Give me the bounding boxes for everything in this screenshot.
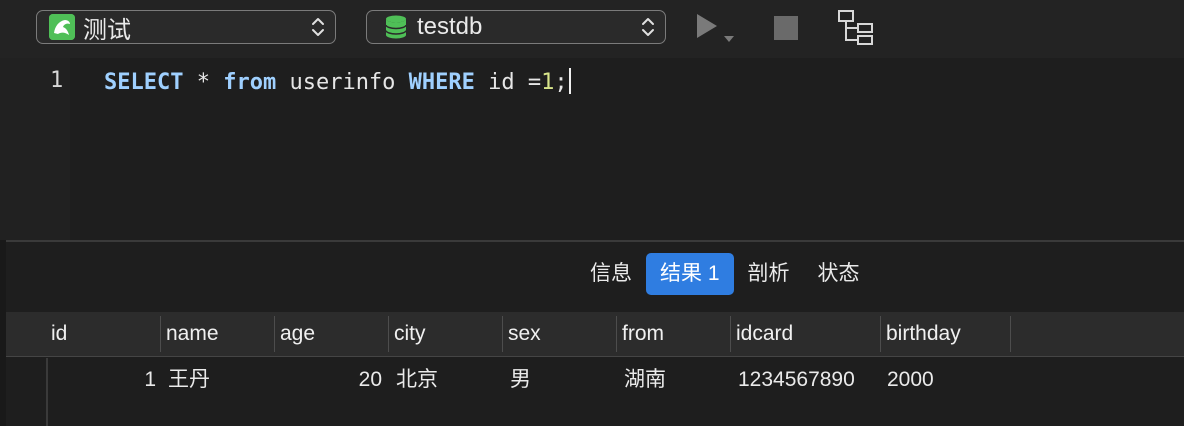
token-end: ;	[554, 70, 568, 95]
column-header-from[interactable]: from	[622, 312, 664, 356]
column-separator[interactable]	[1010, 316, 1011, 352]
stop-icon[interactable]	[772, 14, 800, 42]
column-separator[interactable]	[388, 316, 389, 352]
cell-from[interactable]: 湖南	[624, 358, 666, 402]
grid-header: id name age city sex from idcard birthda…	[6, 312, 1184, 357]
cell-idcard[interactable]: 1234567890	[738, 358, 855, 402]
sql-code[interactable]: SELECT * from userinfo WHERE id =1;	[104, 68, 571, 95]
line-number: 1	[50, 68, 64, 93]
keyword-from: from	[223, 70, 277, 95]
cell-birthday[interactable]: 2000	[887, 358, 934, 402]
chevron-updown-icon	[642, 18, 654, 36]
token-table: userinfo	[276, 70, 409, 95]
column-header-birthday[interactable]: birthday	[886, 312, 961, 356]
token-condition: id =	[474, 70, 542, 95]
cell-id[interactable]: 1	[54, 358, 156, 402]
tab-result-1[interactable]: 结果 1	[646, 253, 734, 295]
column-separator[interactable]	[616, 316, 617, 352]
column-header-idcard[interactable]: idcard	[736, 312, 793, 356]
token-star: *	[183, 70, 224, 95]
cell-age[interactable]: 20	[282, 358, 382, 402]
chevron-updown-icon	[312, 18, 324, 36]
connection-label: 测试	[83, 16, 131, 44]
keyword-select: SELECT	[104, 70, 184, 95]
column-header-id[interactable]: id	[51, 312, 67, 356]
keyword-where: WHERE	[408, 70, 475, 95]
database-icon	[385, 15, 407, 39]
column-separator[interactable]	[730, 316, 731, 352]
column-header-age[interactable]: age	[280, 312, 315, 356]
text-caret	[568, 68, 571, 94]
play-icon[interactable]	[694, 8, 738, 48]
database-label: testdb	[417, 13, 483, 40]
column-header-sex[interactable]: sex	[508, 312, 541, 356]
token-value: 1	[541, 70, 555, 95]
cell-sex[interactable]: 男	[510, 358, 531, 402]
tab-info[interactable]: 信息	[576, 253, 646, 295]
table-row[interactable]: 1 王丹 20 北京 男 湖南 1234567890 2000	[6, 358, 1184, 402]
connection-select[interactable]: 测试	[36, 10, 336, 44]
tab-profile[interactable]: 剖析	[734, 253, 804, 295]
column-separator[interactable]	[274, 316, 275, 352]
sql-editor[interactable]: 1 SELECT * from userinfo WHERE id =1;	[0, 58, 1184, 240]
database-select[interactable]: testdb	[366, 10, 666, 44]
tab-status[interactable]: 状态	[804, 253, 874, 295]
dolphin-icon	[49, 14, 75, 40]
column-separator[interactable]	[502, 316, 503, 352]
cell-city[interactable]: 北京	[396, 358, 438, 402]
column-separator[interactable]	[160, 316, 161, 352]
toolbar: 测试 testdb	[0, 0, 1184, 58]
editor-divider[interactable]	[6, 240, 1184, 242]
result-tabs: 信息 结果 1 剖析 状态	[576, 253, 874, 295]
column-separator[interactable]	[880, 316, 881, 352]
tree-icon[interactable]	[836, 8, 876, 48]
column-header-city[interactable]: city	[394, 312, 426, 356]
cell-name[interactable]: 王丹	[168, 358, 210, 402]
column-header-name[interactable]: name	[166, 312, 219, 356]
